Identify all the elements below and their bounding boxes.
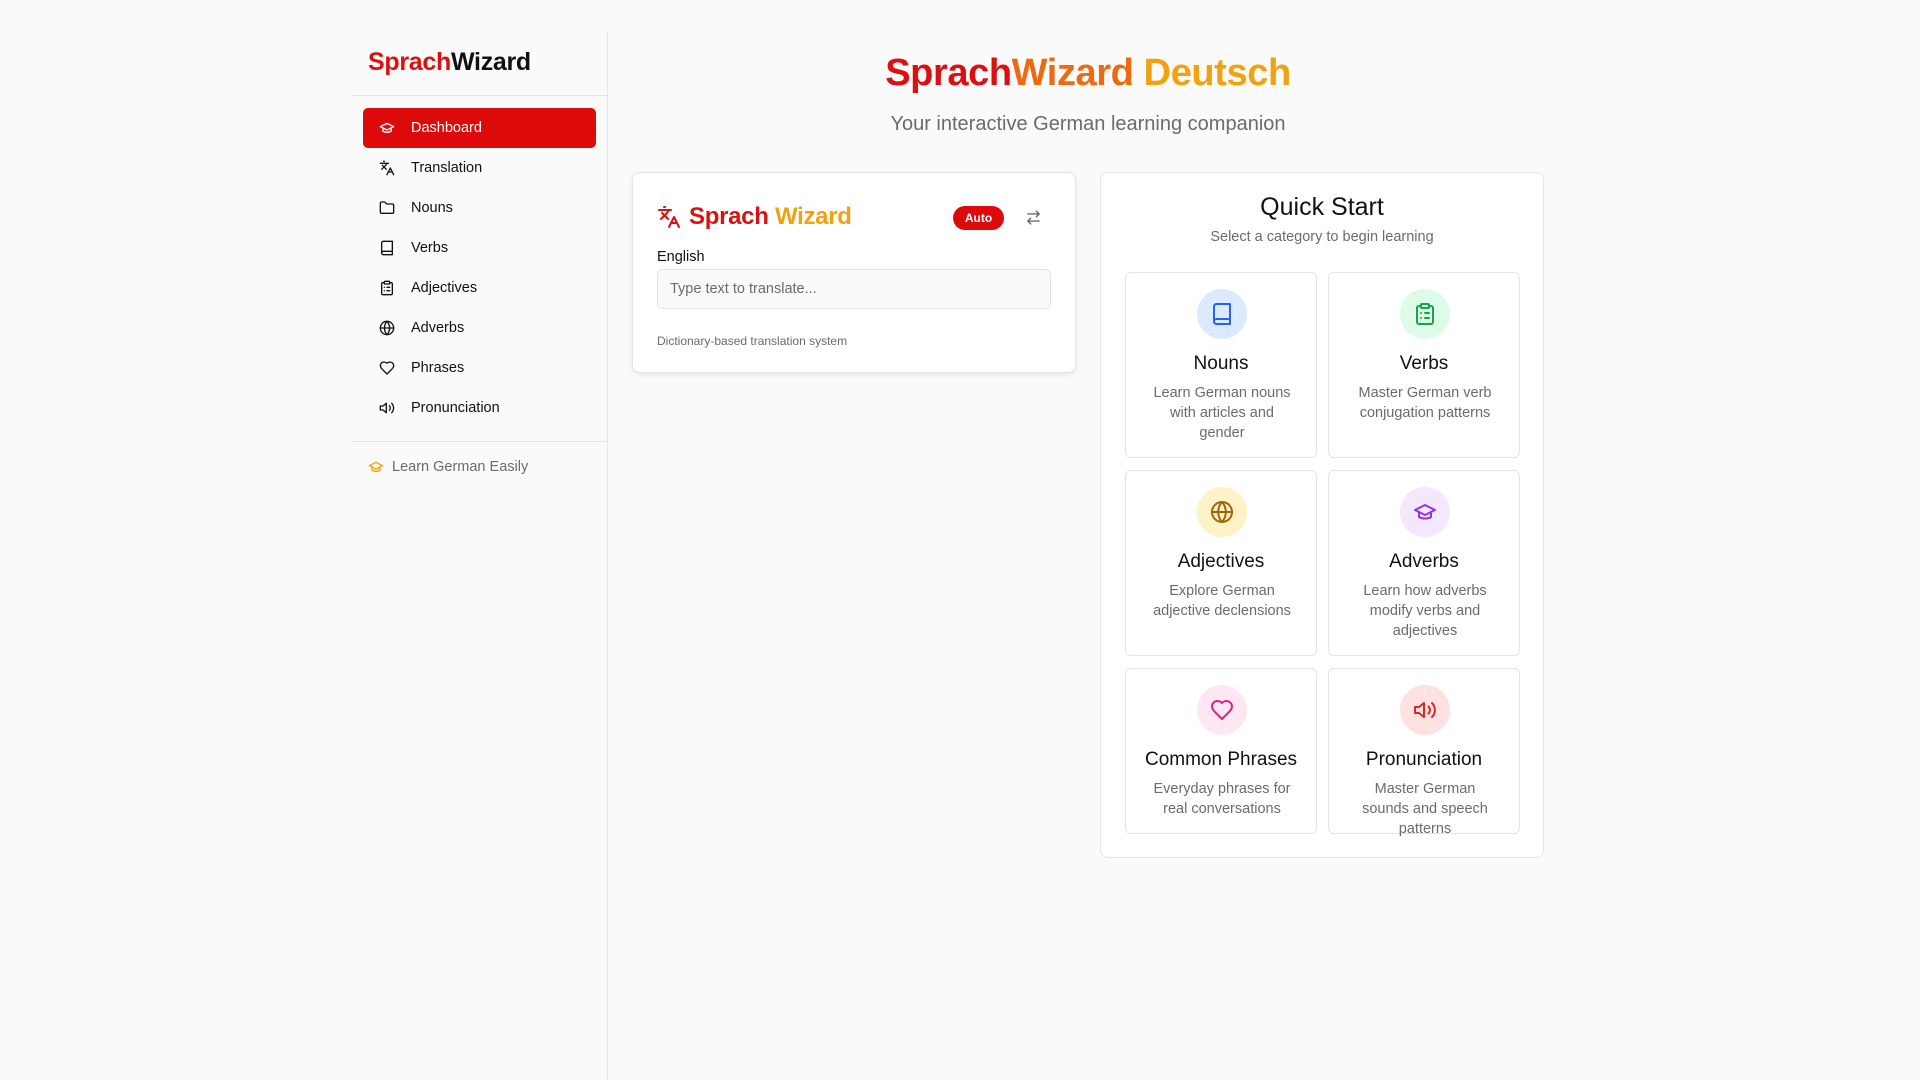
tile-adverbs[interactable]: Adverbs Learn how adverbs modify verbs a… (1328, 470, 1520, 656)
tile-title: Pronunciation (1365, 749, 1483, 770)
tile-title: Verbs (1399, 353, 1449, 374)
translate-input[interactable] (657, 269, 1051, 309)
tile-description: Explore German adjective declensions (1153, 583, 1291, 619)
tile-verbs[interactable]: Verbs Master German verb conjugation pat… (1328, 272, 1520, 458)
page-subtitle: Your interactive German learning compani… (890, 113, 1286, 135)
tile-title: Adverbs (1389, 551, 1459, 572)
sidebar-footer: Learn German Easily (352, 442, 607, 475)
quick-start-subtitle: Select a category to begin learning (1210, 229, 1434, 245)
clipboard-icon (1400, 289, 1450, 339)
quick-start-title: Quick Start (1260, 193, 1384, 221)
tile-pronunciation[interactable]: Pronunciation Master German sounds and s… (1328, 668, 1520, 837)
sidebar-item-adjectives[interactable]: Adjectives (363, 268, 596, 308)
translator-footer: Dictionary-based translation system (657, 334, 848, 348)
speaker-icon (1400, 685, 1450, 735)
sidebar-item-label: Verbs (411, 240, 449, 256)
tile-description: Everyday phrases for real conversations (1153, 781, 1291, 817)
graduation-cap-icon (368, 459, 384, 475)
swap-languages-button[interactable] (1023, 207, 1043, 227)
tile-nouns[interactable]: Nouns Learn German nouns with articles a… (1125, 272, 1317, 458)
sidebar-item-label: Adverbs (411, 320, 465, 336)
sidebar-item-verbs[interactable]: Verbs (363, 228, 596, 268)
tile-description: Learn German nouns with articles and gen… (1153, 385, 1291, 441)
languages-icon (657, 205, 681, 229)
swap-arrows-icon (1026, 209, 1040, 225)
sidebar-item-label: Nouns (411, 200, 453, 216)
tile-adjectives[interactable]: Adjectives Explore German adjective decl… (1125, 470, 1317, 656)
sidebar-item-phrases[interactable]: Phrases (363, 348, 596, 388)
tile-description: Master German verb conjugation patterns (1358, 385, 1492, 421)
globe-icon (379, 320, 395, 336)
globe-icon (1197, 487, 1247, 537)
tile-description: Learn how adverbs modify verbs and adjec… (1363, 583, 1487, 639)
sidebar-item-label: Phrases (411, 360, 465, 376)
heart-icon (379, 360, 395, 376)
tile-title: Nouns (1193, 353, 1249, 374)
graduation-cap-icon (1400, 487, 1450, 537)
sidebar-brand[interactable]: SprachWizard (352, 32, 607, 96)
translator-title: Sprach Wizard (689, 203, 852, 230)
brand-part-wizard: Wizard (450, 48, 531, 76)
sidebar: SprachWizard Dashboard Translation Nouns… (352, 32, 608, 1080)
sidebar-item-dashboard[interactable]: Dashboard (363, 108, 596, 148)
tile-title: Common Phrases (1144, 749, 1298, 770)
heart-icon (1197, 685, 1247, 735)
translator-header: Sprach Wizard (657, 203, 852, 231)
translator-card: Sprach Wizard Auto English Dictionary-ba… (632, 172, 1076, 373)
sidebar-item-nouns[interactable]: Nouns (363, 188, 596, 228)
languages-icon (379, 160, 395, 176)
quick-start-card: Quick Start Select a category to begin l… (1100, 172, 1544, 858)
sidebar-item-translation[interactable]: Translation (363, 148, 596, 188)
graduation-cap-icon (379, 120, 395, 136)
clipboard-icon (379, 280, 395, 296)
sidebar-item-adverbs[interactable]: Adverbs (363, 308, 596, 348)
sidebar-footer-text: Learn German Easily (392, 459, 529, 475)
folder-icon (379, 200, 395, 216)
sidebar-item-label: Pronunciation (411, 400, 500, 416)
tile-title: Adjectives (1177, 551, 1265, 572)
source-language-label: English (657, 249, 705, 265)
sidebar-item-pronunciation[interactable]: Pronunciation (363, 388, 596, 428)
tile-description: Master German sounds and speech patterns (1362, 781, 1488, 837)
book-icon (379, 240, 395, 256)
sidebar-item-label: Dashboard (411, 120, 482, 136)
tile-common-phrases[interactable]: Common Phrases Everyday phrases for real… (1125, 668, 1317, 834)
page-title: SprachWizard Deutsch (885, 52, 1291, 94)
auto-detect-badge[interactable]: Auto (953, 206, 1004, 230)
sidebar-item-label: Adjectives (411, 280, 478, 296)
brand-part-sprach: Sprach (368, 48, 451, 76)
sidebar-nav: Dashboard Translation Nouns Verbs Adject… (352, 96, 607, 442)
sidebar-item-label: Translation (411, 160, 483, 176)
book-icon (1197, 289, 1247, 339)
speaker-icon (379, 400, 395, 416)
